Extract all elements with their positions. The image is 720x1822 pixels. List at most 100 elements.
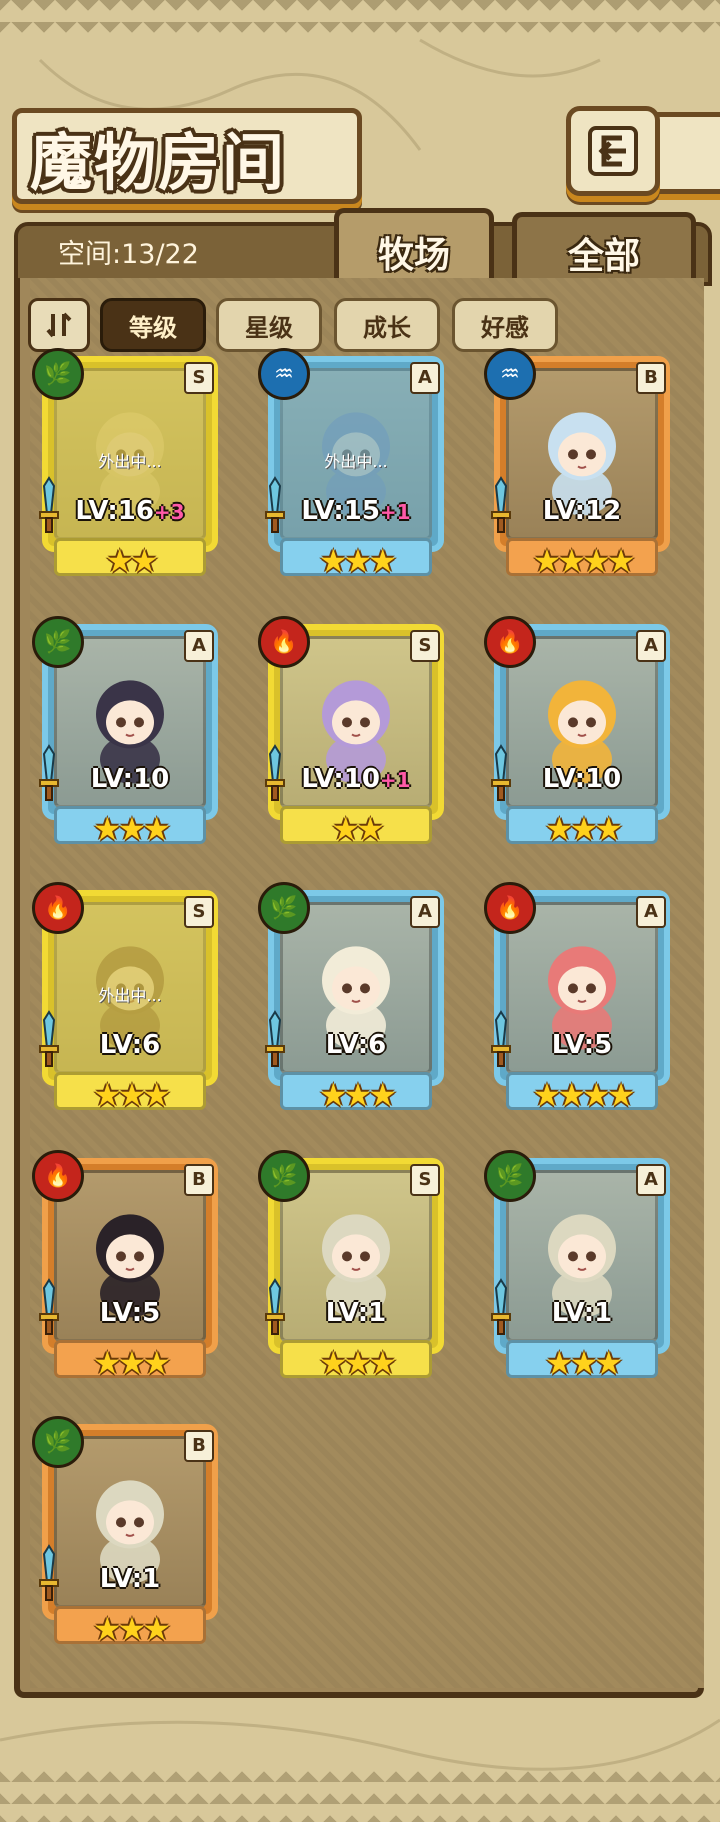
rank-badge: A (636, 1164, 666, 1196)
away-status: 外出中... (324, 452, 388, 471)
star-icon: ★ (105, 542, 134, 580)
star-icon: ★ (92, 1610, 122, 1648)
star-icon: ★ (532, 1076, 562, 1114)
sort-order-button[interactable] (28, 298, 90, 352)
return-icon (588, 126, 638, 176)
star-icon: ★ (544, 1344, 574, 1382)
space-capacity: 空间:13/22 (58, 239, 199, 270)
star-rating: ★★★★ (484, 542, 680, 580)
star-icon: ★ (368, 1344, 397, 1382)
rank-badge: B (184, 1164, 214, 1196)
monster-card[interactable]: 🌿 B LV:1 ★★★ (32, 1416, 228, 1654)
star-rating: ★★★ (484, 810, 680, 848)
monster-card[interactable]: 🌿 S LV:1 ★★★ (258, 1150, 454, 1388)
grass-element-icon: 🌿 (258, 1150, 310, 1202)
star-icon: ★ (142, 1610, 171, 1648)
fire-element-icon: 🔥 (32, 882, 84, 934)
monster-card[interactable]: 🔥 S 外出中... LV:6 ★★★ (32, 882, 228, 1120)
star-icon: ★ (117, 1344, 147, 1382)
level-label: LV:5 (32, 1298, 228, 1328)
fire-element-icon: 🔥 (258, 616, 310, 668)
rank-badge: A (184, 630, 214, 662)
star-icon: ★ (582, 542, 611, 580)
filter-level[interactable]: 等级 (100, 298, 206, 352)
monster-card[interactable]: 🔥 S LV:10+1 ★★ (258, 616, 454, 854)
filter-star[interactable]: 星级 (216, 298, 322, 352)
sort-toggle-icon (46, 312, 72, 338)
star-icon: ★ (142, 810, 171, 848)
star-icon: ★ (117, 1610, 147, 1648)
star-rating: ★★★ (32, 1610, 228, 1648)
star-icon: ★ (343, 542, 373, 580)
level-value: LV:16 (75, 496, 154, 526)
monster-card[interactable]: 🌿 A LV:1 ★★★ (484, 1150, 680, 1388)
level-label: LV:15+1 (258, 496, 454, 526)
star-icon: ★ (92, 1076, 122, 1114)
star-rating: ★★★ (32, 1076, 228, 1114)
star-rating: ★★★ (32, 1344, 228, 1382)
filter-growth[interactable]: 成长 (334, 298, 440, 352)
star-icon: ★ (606, 1076, 636, 1114)
monster-card[interactable]: 🔥 B LV:5 ★★★ (32, 1150, 228, 1388)
monster-card[interactable]: 🌿 A LV:10 ★★★ (32, 616, 228, 854)
water-element-icon: ♒ (258, 348, 310, 400)
monster-card[interactable]: ♒ A 外出中... LV:15+1 ★★★ (258, 348, 454, 586)
level-label: LV:1 (484, 1298, 680, 1328)
rank-badge: S (410, 1164, 440, 1196)
rank-badge: S (410, 630, 440, 662)
fire-element-icon: 🔥 (484, 616, 536, 668)
rank-badge: A (636, 896, 666, 928)
star-icon: ★ (594, 810, 623, 848)
level-label: LV:1 (32, 1564, 228, 1594)
rank-badge: S (184, 362, 214, 394)
level-value: LV:6 (99, 1030, 161, 1060)
rank-badge: A (410, 896, 440, 928)
rank-badge: B (184, 1430, 214, 1462)
star-rating: ★★★★ (484, 1076, 680, 1114)
back-button[interactable] (566, 106, 660, 196)
star-icon: ★ (318, 1344, 348, 1382)
monster-card[interactable]: 🌿 S 外出中... LV:16+3 ★★ (32, 348, 228, 586)
star-icon: ★ (557, 542, 586, 580)
monster-card[interactable]: 🌿 A LV:6 ★★★ (258, 882, 454, 1120)
star-rating: ★★ (258, 810, 454, 848)
star-icon: ★ (92, 1344, 122, 1382)
grass-element-icon: 🌿 (32, 1416, 84, 1468)
grass-element-icon: 🌿 (258, 882, 310, 934)
level-value: LV:10 (542, 764, 622, 794)
rank-badge: A (636, 630, 666, 662)
star-icon: ★ (331, 810, 360, 848)
page-title: 魔物房间 (30, 126, 287, 199)
level-value: LV:10 (301, 764, 380, 794)
star-icon: ★ (368, 1076, 397, 1114)
level-label: LV:10+1 (258, 764, 454, 794)
grass-element-icon: 🌿 (32, 616, 84, 668)
star-icon: ★ (557, 1076, 586, 1114)
star-icon: ★ (142, 1344, 171, 1382)
level-value: LV:12 (542, 496, 622, 526)
monster-card[interactable]: ♒ B LV:12 ★★★★ (484, 348, 680, 586)
star-icon: ★ (318, 542, 348, 580)
level-label: LV:6 (32, 1030, 228, 1060)
water-element-icon: ♒ (484, 348, 536, 400)
monster-card[interactable]: 🔥 A LV:5 ★★★★ (484, 882, 680, 1120)
level-value: LV:1 (551, 1298, 613, 1328)
level-value: LV:5 (551, 1030, 613, 1060)
level-value: LV:6 (325, 1030, 387, 1060)
star-icon: ★ (356, 810, 385, 848)
level-bonus: +3 (153, 500, 185, 524)
star-icon: ★ (532, 542, 562, 580)
filter-affection[interactable]: 好感 (452, 298, 558, 352)
star-icon: ★ (130, 542, 159, 580)
star-rating: ★★ (32, 542, 228, 580)
level-value: LV:1 (325, 1298, 387, 1328)
level-value: LV:15 (301, 496, 380, 526)
monster-card[interactable]: 🔥 A LV:10 ★★★ (484, 616, 680, 854)
rank-badge: S (184, 896, 214, 928)
star-rating: ★★★ (258, 542, 454, 580)
grass-element-icon: 🌿 (484, 1150, 536, 1202)
star-icon: ★ (343, 1344, 373, 1382)
star-icon: ★ (544, 810, 574, 848)
star-icon: ★ (343, 1076, 373, 1114)
star-rating: ★★★ (32, 810, 228, 848)
